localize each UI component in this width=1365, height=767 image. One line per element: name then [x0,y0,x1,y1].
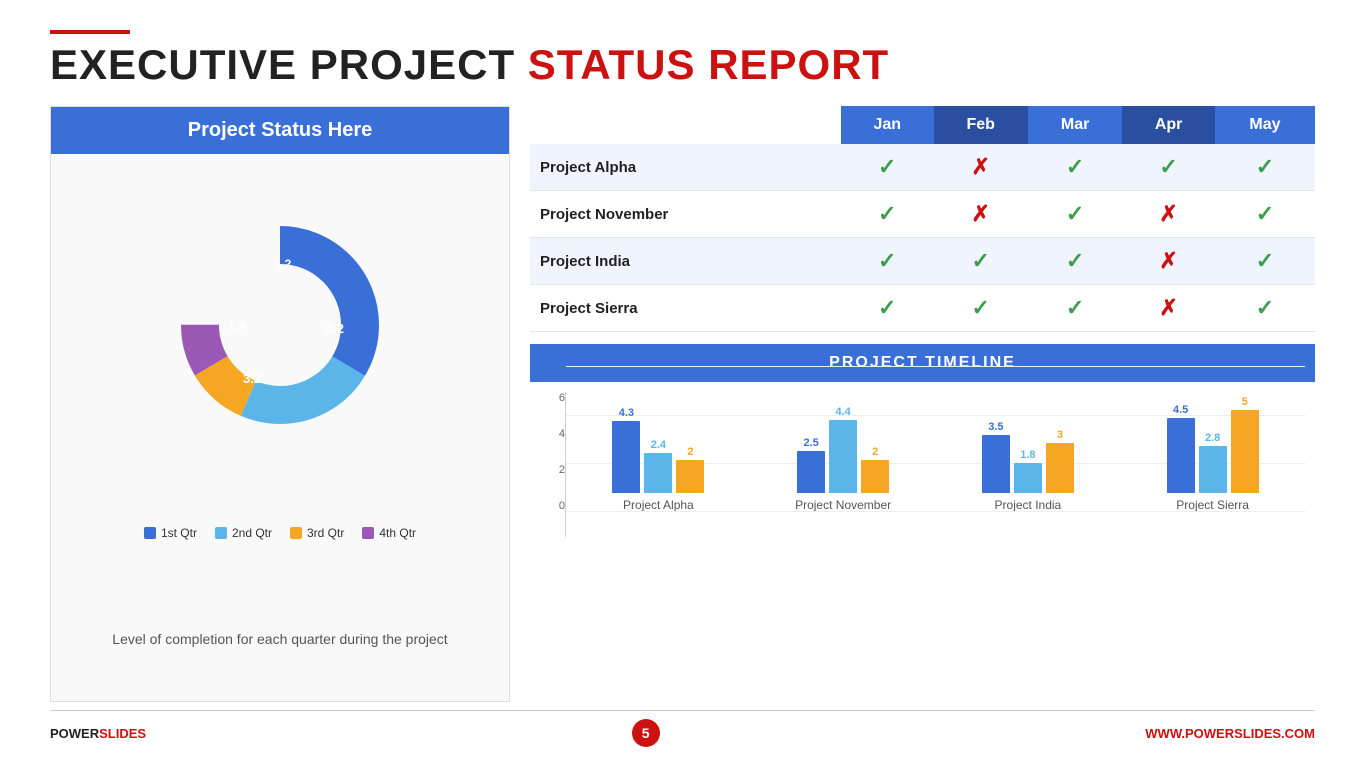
status-sierra-jan: ✓ [841,285,934,332]
status-nov-apr: ✗ [1122,191,1215,238]
footer-website: WWW.POWERSLIDES.COM [1145,726,1315,741]
brand-black: POWER [50,726,99,741]
bar-nov-q1: 2.5 [797,437,825,493]
title-red: STATUS REPORT [528,41,889,88]
legend-label-1st: 1st Qtr [161,526,197,540]
timeline-section: PROJECT TIMELINE 6 4 2 0 [530,344,1315,547]
table-header-mar: Mar [1028,106,1122,144]
legend-item-1st: 1st Qtr [144,526,197,540]
status-nov-jan: ✓ [841,191,934,238]
table-header-apr: Apr [1122,106,1215,144]
bar-chart-area: 6 4 2 0 [530,382,1315,547]
timeline-title: PROJECT TIMELINE [530,344,1315,382]
status-india-apr: ✗ [1122,238,1215,285]
table-header-feb: Feb [934,106,1028,144]
bar-group-november-label: Project November [795,498,891,512]
bar-group-alpha-label: Project Alpha [623,498,694,512]
status-sierra-apr: ✗ [1122,285,1215,332]
bar-alpha-q2: 2.4 [644,439,672,493]
status-alpha-mar: ✓ [1028,144,1122,191]
left-panel-body: 8.2 3.2 1.4 1.2 1st Qtr [51,154,509,701]
legend-label-2nd: 2nd Qtr [232,526,272,540]
page: EXECUTIVE PROJECT STATUS REPORT Project … [0,0,1365,767]
status-alpha-may: ✓ [1215,144,1315,191]
table-row: Project Sierra ✓ ✓ ✓ ✗ ✓ [530,285,1315,332]
svg-text:8.2: 8.2 [326,321,344,336]
footer-page-number: 5 [632,719,660,747]
bar-group-alpha: 4.3 2.4 2 [566,407,751,512]
legend-item-4th: 4th Qtr [362,526,416,540]
legend-dot-3rd [290,527,302,539]
project-name-sierra: Project Sierra [530,285,841,332]
status-sierra-feb: ✓ [934,285,1028,332]
status-alpha-feb: ✗ [934,144,1028,191]
bar-alpha-q1: 4.3 [612,407,640,493]
status-nov-feb: ✗ [934,191,1028,238]
header-accent-line [50,30,130,34]
bar-group-november: 2.5 4.4 2 [751,406,936,512]
left-panel: Project Status Here [50,106,510,702]
project-name-november: Project November [530,191,841,238]
bar-nov-q2: 4.4 [829,406,857,493]
bar-india-q1: 3.5 [982,421,1010,493]
status-nov-mar: ✓ [1028,191,1122,238]
status-sierra-may: ✓ [1215,285,1315,332]
table-row: Project Alpha ✓ ✗ ✓ ✓ ✓ [530,144,1315,191]
project-name-alpha: Project Alpha [530,144,841,191]
bar-group-sierra-label: Project Sierra [1176,498,1249,512]
bar-group-sierra: 4.5 2.8 5 [1120,396,1305,512]
legend-label-4th: 4th Qtr [379,526,416,540]
legend-item-3rd: 3rd Qtr [290,526,344,540]
table-header-empty [530,106,841,144]
project-name-india: Project India [530,238,841,285]
legend-dot-4th [362,527,374,539]
status-india-mar: ✓ [1028,238,1122,285]
legend-dot-2nd [215,527,227,539]
right-panel: Jan Feb Mar Apr May Project Alpha ✓ ✗ ✓ … [530,106,1315,702]
main-content: Project Status Here [50,106,1315,702]
table-header-jan: Jan [841,106,934,144]
title-black: EXECUTIVE PROJECT [50,41,528,88]
status-table: Jan Feb Mar Apr May Project Alpha ✓ ✗ ✓ … [530,106,1315,332]
status-alpha-jan: ✓ [841,144,934,191]
table-header-may: May [1215,106,1315,144]
bar-sierra-q2: 2.8 [1199,432,1227,493]
bar-alpha-q3: 2 [676,446,704,493]
status-sierra-mar: ✓ [1028,285,1122,332]
status-nov-may: ✓ [1215,191,1315,238]
footer-brand: POWERSLIDES [50,726,146,741]
legend-label-3rd: 3rd Qtr [307,526,344,540]
donut-chart: 8.2 3.2 1.4 1.2 [170,215,390,435]
left-panel-title: Project Status Here [51,107,509,154]
svg-text:3.2: 3.2 [243,371,261,386]
status-india-may: ✓ [1215,238,1315,285]
status-india-jan: ✓ [841,238,934,285]
svg-text:1.2: 1.2 [275,257,292,271]
table-row: Project November ✓ ✗ ✓ ✗ ✓ [530,191,1315,238]
chart-legend: 1st Qtr 2nd Qtr 3rd Qtr 4th Qtr [144,526,416,540]
bar-sierra-q3: 5 [1231,396,1259,493]
brand-red: SLIDES [99,726,146,741]
bar-group-india: 3.5 1.8 3 [936,421,1121,512]
legend-dot-1st [144,527,156,539]
svg-text:1.4: 1.4 [229,319,246,333]
status-india-feb: ✓ [934,238,1028,285]
table-row: Project India ✓ ✓ ✓ ✗ ✓ [530,238,1315,285]
footer: POWERSLIDES 5 WWW.POWERSLIDES.COM [50,710,1315,747]
bar-nov-q3: 2 [861,446,889,493]
bar-group-india-label: Project India [995,498,1062,512]
bar-india-q2: 1.8 [1014,449,1042,493]
page-title: EXECUTIVE PROJECT STATUS REPORT [50,42,1315,88]
bar-sierra-q1: 4.5 [1167,404,1195,493]
legend-item-2nd: 2nd Qtr [215,526,272,540]
chart-description: Level of completion for each quarter dur… [112,629,447,650]
status-alpha-apr: ✓ [1122,144,1215,191]
bar-india-q3: 3 [1046,429,1074,493]
